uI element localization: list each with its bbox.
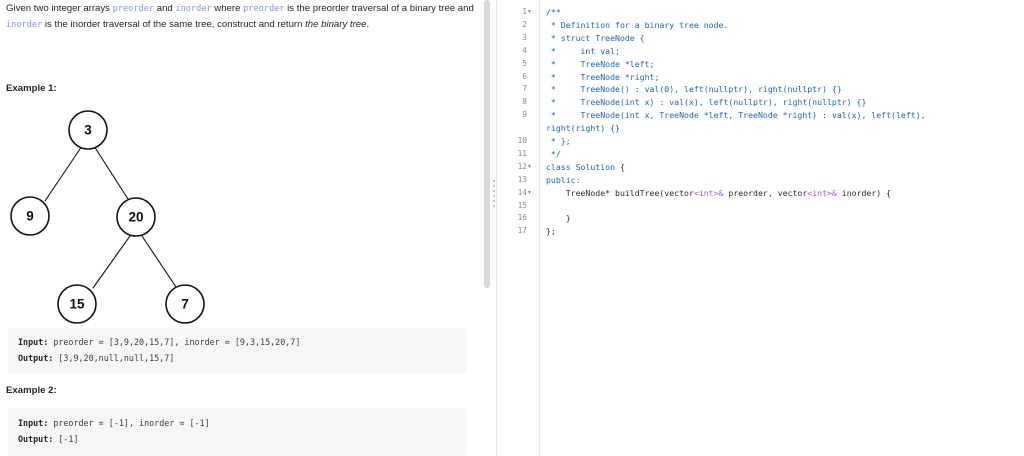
line-number: 8 [522, 97, 527, 107]
example-1-tree-diagram: 3 9 20 15 7 [10, 110, 205, 324]
line-number: 1 [522, 7, 527, 16]
tree-edge [93, 145, 129, 200]
line-number: 11 [517, 148, 527, 158]
line-number: 5 [522, 58, 527, 68]
statement-text: where [211, 3, 244, 14]
example-2-output: Output: [-1] [18, 434, 79, 444]
tree-edge [92, 235, 131, 289]
example-1-io-box: Input: preorder = [3,9,20,15,7], inorder… [8, 328, 466, 373]
svg-text:20: 20 [128, 210, 143, 225]
line-number: 16 [517, 213, 527, 223]
line-number: 12 [517, 161, 527, 171]
inline-code-inorder: inorder [175, 4, 212, 14]
example-1-title: Example 1: [6, 83, 57, 94]
statement-text: . [366, 19, 370, 30]
line-number: 9 [522, 110, 527, 120]
panel-splitter[interactable] [496, 0, 497, 456]
code-line[interactable]: }; [546, 226, 556, 236]
problem-description-panel: Given two integer arrays preorder and in… [0, 0, 484, 456]
fold-chevron-icon[interactable]: ▾ [528, 162, 531, 172]
tree-node: 3 [68, 110, 108, 150]
line-number: 3 [522, 32, 527, 42]
tree-node: 9 [10, 196, 50, 236]
code-line[interactable]: TreeNode* buildTree(vector<int>& preorde… [546, 188, 891, 198]
code-line[interactable]: * TreeNode(int x, TreeNode *left, TreeNo… [546, 110, 926, 120]
line-number: 15 [517, 200, 527, 210]
line-number: 4 [522, 45, 527, 55]
statement-text: Given two integer arrays [6, 3, 113, 14]
statement-text: is the preorder traversal of a binary tr… [284, 3, 474, 14]
line-number: 7 [522, 84, 527, 94]
tree-node: 20 [116, 197, 156, 237]
code-line[interactable]: */ [546, 149, 561, 159]
line-number: 2 [522, 19, 527, 29]
code-line[interactable]: * Definition for a binary tree node. [546, 20, 728, 30]
tree-node: 7 [165, 284, 205, 324]
tree-node: 15 [57, 284, 97, 324]
code-line[interactable]: * TreeNode(int x) : val(x), left(nullptr… [546, 97, 866, 107]
inline-code-preorder: preorder [112, 4, 155, 14]
line-number: 6 [522, 71, 527, 81]
code-line[interactable]: right(right) {} [546, 123, 620, 133]
editor-gutter: 1 ▾ 2 3 4 5 6 7 8 9 10 11 12 ▾ 13 14 ▾ 15 16 17 [500, 0, 540, 456]
example-2-title: Example 2: [6, 385, 57, 396]
code-line[interactable]: * struct TreeNode { [546, 33, 645, 43]
line-number: 14 [517, 187, 527, 197]
code-line[interactable]: * }; [546, 136, 571, 146]
code-line[interactable]: /** [546, 7, 561, 17]
svg-text:9: 9 [26, 209, 34, 224]
svg-text:15: 15 [69, 297, 85, 312]
fold-chevron-icon[interactable]: ▾ [528, 7, 531, 17]
code-line[interactable]: * TreeNode() : val(0), left(nullptr), ri… [546, 84, 842, 94]
line-number: 10 [517, 136, 527, 145]
example-1-input: Input: preorder = [3,9,20,15,7], inorder… [18, 337, 301, 347]
code-line[interactable]: class Solution { [546, 162, 625, 172]
svg-text:7: 7 [181, 297, 189, 312]
problem-statement: Given two integer arrays preorder and in… [6, 1, 474, 33]
example-1-output: Output: [3,9,20,null,null,15,7] [18, 353, 175, 363]
code-line[interactable]: } [546, 213, 571, 223]
code-line[interactable]: * int val; [546, 46, 620, 56]
line-number: 13 [517, 174, 527, 184]
tree-edge [44, 145, 83, 202]
inline-code-preorder: preorder [243, 4, 285, 14]
code-line[interactable]: * TreeNode *left; [546, 59, 655, 69]
code-editor[interactable]: 1 ▾ 2 3 4 5 6 7 8 9 10 11 12 ▾ 13 14 ▾ 15 16 17 /** * Defin… [500, 0, 1024, 456]
example-2-input: Input: preorder = [-1], inorder = [-1] [18, 418, 210, 428]
inline-code-inorder: inorder [6, 20, 43, 30]
statement-emphasis: the binary tree [305, 19, 367, 30]
example-2-io-box: Input: preorder = [-1], inorder = [-1] O… [8, 408, 466, 456]
statement-text: is the inorder traversal of the same tre… [42, 19, 306, 30]
line-number: 17 [517, 226, 527, 236]
code-line[interactable]: public: [546, 175, 581, 185]
description-scrollbar[interactable] [484, 0, 490, 288]
statement-text: and [154, 3, 176, 14]
splitter-drag-handle-icon[interactable] [490, 178, 498, 214]
tree-edge [141, 235, 177, 288]
code-line[interactable]: * TreeNode *right; [546, 72, 659, 82]
fold-chevron-icon[interactable]: ▾ [528, 188, 531, 198]
svg-text:3: 3 [84, 123, 92, 138]
